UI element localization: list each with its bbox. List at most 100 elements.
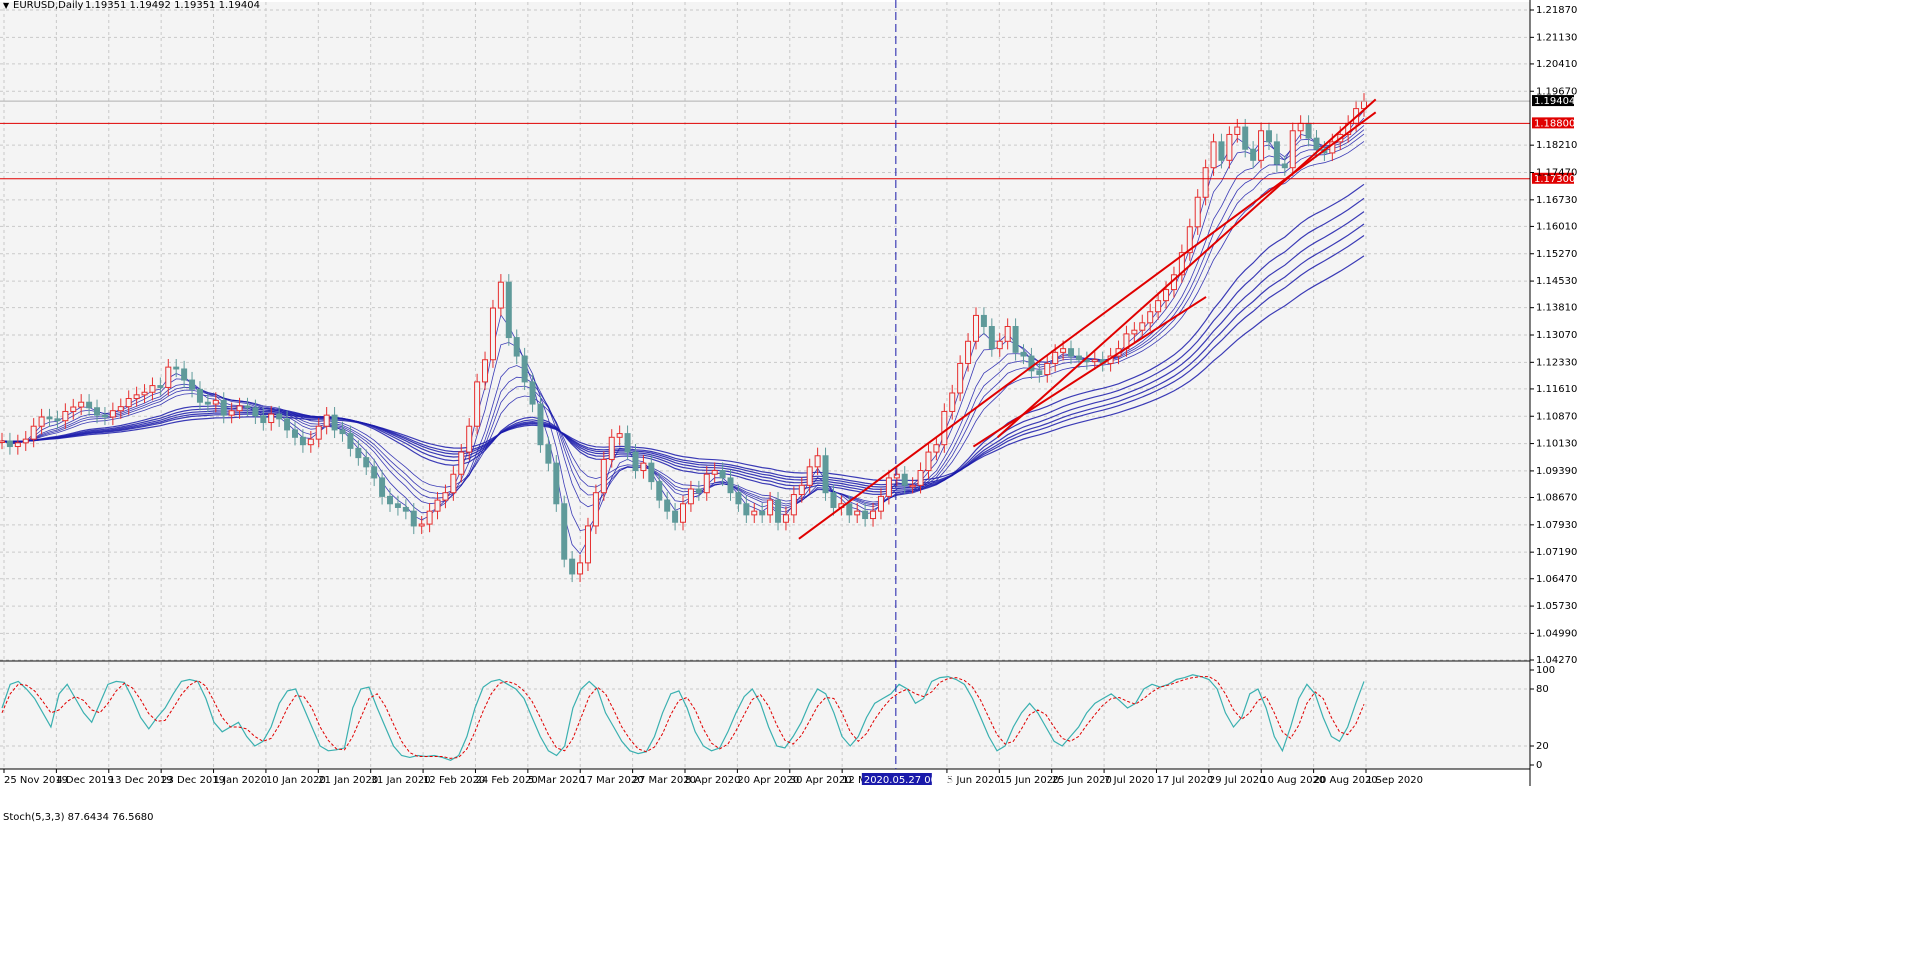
candle-body	[608, 436, 615, 460]
candle-body	[268, 413, 275, 424]
triangle-down-icon[interactable]: ▼	[3, 1, 10, 10]
y-tick-label: 1.09390	[1536, 466, 1577, 477]
candle-body	[141, 391, 148, 396]
candle-body	[711, 470, 718, 475]
candle-body	[901, 473, 908, 486]
candle-body	[854, 510, 861, 516]
candle-body	[196, 388, 203, 403]
candle-body	[1273, 141, 1280, 165]
candle-body	[252, 407, 259, 417]
candle-body	[616, 433, 623, 438]
candle-body	[1258, 130, 1265, 161]
candle-body	[751, 510, 758, 516]
candle-body	[276, 413, 283, 420]
candle-body	[165, 366, 172, 388]
stoch-tick-label: 100	[1536, 665, 1555, 676]
chart-window[interactable]: 1.19404 1.18800 1.17300 1.21870 1.21130 1.20…	[0, 0, 1912, 958]
candle-body	[173, 366, 180, 370]
candle-body	[806, 466, 813, 486]
candle-body	[54, 418, 61, 422]
candle-body	[870, 510, 877, 520]
candle-body	[822, 455, 829, 494]
candle-body	[743, 503, 750, 516]
candle-body	[687, 488, 694, 505]
y-tick-label: 1.13810	[1536, 303, 1577, 314]
y-tick-label: 1.19670	[1536, 86, 1577, 97]
candle-body	[189, 379, 196, 390]
candle-body	[474, 381, 481, 427]
candle-body	[1060, 348, 1067, 353]
candle-body	[941, 410, 948, 446]
stoch-tick-label: 0	[1536, 760, 1542, 771]
candle-body	[1242, 126, 1249, 150]
x-tick-label: 31 Jan 2020	[371, 775, 431, 786]
candle-body	[505, 281, 512, 339]
candle-body	[291, 429, 298, 438]
candle-body	[260, 415, 267, 424]
candle-body	[1020, 351, 1027, 357]
candle-body	[1075, 355, 1082, 361]
candle-body	[965, 340, 972, 364]
x-tick-label: 5 Mar 2020	[528, 775, 585, 786]
candle-body	[1265, 130, 1272, 143]
candle-body	[680, 503, 686, 523]
candle-body	[577, 562, 584, 575]
candle-body	[1289, 130, 1296, 169]
x-tick-label: 10 Jan 2020	[266, 775, 326, 786]
x-tick-label: 21 Jan 2020	[318, 775, 378, 786]
candle-body	[727, 477, 734, 494]
candle-body	[782, 514, 789, 523]
candle-body	[767, 499, 774, 516]
candle-body	[592, 492, 599, 527]
candle-body	[14, 442, 21, 448]
y-tick-label: 1.18210	[1536, 140, 1577, 151]
candle-body	[775, 499, 782, 523]
candle-body	[1202, 167, 1209, 198]
y-tick-label: 1.10870	[1536, 411, 1577, 422]
candle-body	[1052, 351, 1059, 364]
y-tick-label: 1.21870	[1536, 5, 1577, 16]
candle-body	[466, 425, 473, 453]
candle-body	[1234, 126, 1241, 135]
candle-body	[458, 451, 465, 475]
x-tick-label: 25 Jun 2020	[1052, 775, 1112, 786]
candle-body	[1091, 359, 1098, 363]
candle-body	[656, 481, 663, 501]
candle-body	[410, 510, 417, 527]
candle-body	[228, 410, 235, 416]
candle-body	[1139, 322, 1146, 331]
candle-body	[798, 484, 805, 496]
candle-body	[402, 506, 409, 512]
candle-body	[30, 425, 37, 440]
candle-body	[315, 425, 322, 440]
candle-body	[62, 410, 69, 422]
chart-canvas[interactable]: 1.194041.188001.17300 1.218701.211301.20…	[0, 0, 1912, 958]
candle-body	[1305, 122, 1312, 139]
candle-body	[418, 523, 425, 527]
y-tick-label: 1.04990	[1536, 628, 1577, 639]
candle-body	[497, 281, 504, 309]
candle-body	[307, 438, 314, 446]
ohlc-readout: 1.19351 1.19492 1.19351 1.19404	[85, 0, 260, 11]
candle-body	[521, 355, 528, 383]
y-tick-label: 1.17470	[1536, 168, 1577, 179]
candle-body	[442, 492, 449, 501]
candle-body	[759, 510, 766, 516]
candle-body	[553, 462, 560, 505]
candle-body	[1163, 289, 1170, 302]
candle-body	[46, 416, 53, 420]
candle-body	[996, 340, 1003, 350]
candle-body	[1012, 326, 1019, 353]
candle-body	[181, 368, 188, 381]
candle-body	[212, 399, 219, 405]
y-tick-label: 1.16730	[1536, 195, 1577, 206]
candle-body	[695, 488, 702, 494]
candle-body	[331, 414, 338, 431]
x-tick-label: 1 Jan 2020	[214, 775, 268, 786]
crosshair-time-label: 2020.05.27 00:00	[864, 775, 953, 786]
y-tick-label: 1.20410	[1536, 59, 1577, 70]
candle-body	[204, 401, 211, 405]
candle-body	[157, 385, 164, 388]
y-tick-label: 1.10130	[1536, 439, 1577, 450]
candle-body	[394, 503, 401, 508]
